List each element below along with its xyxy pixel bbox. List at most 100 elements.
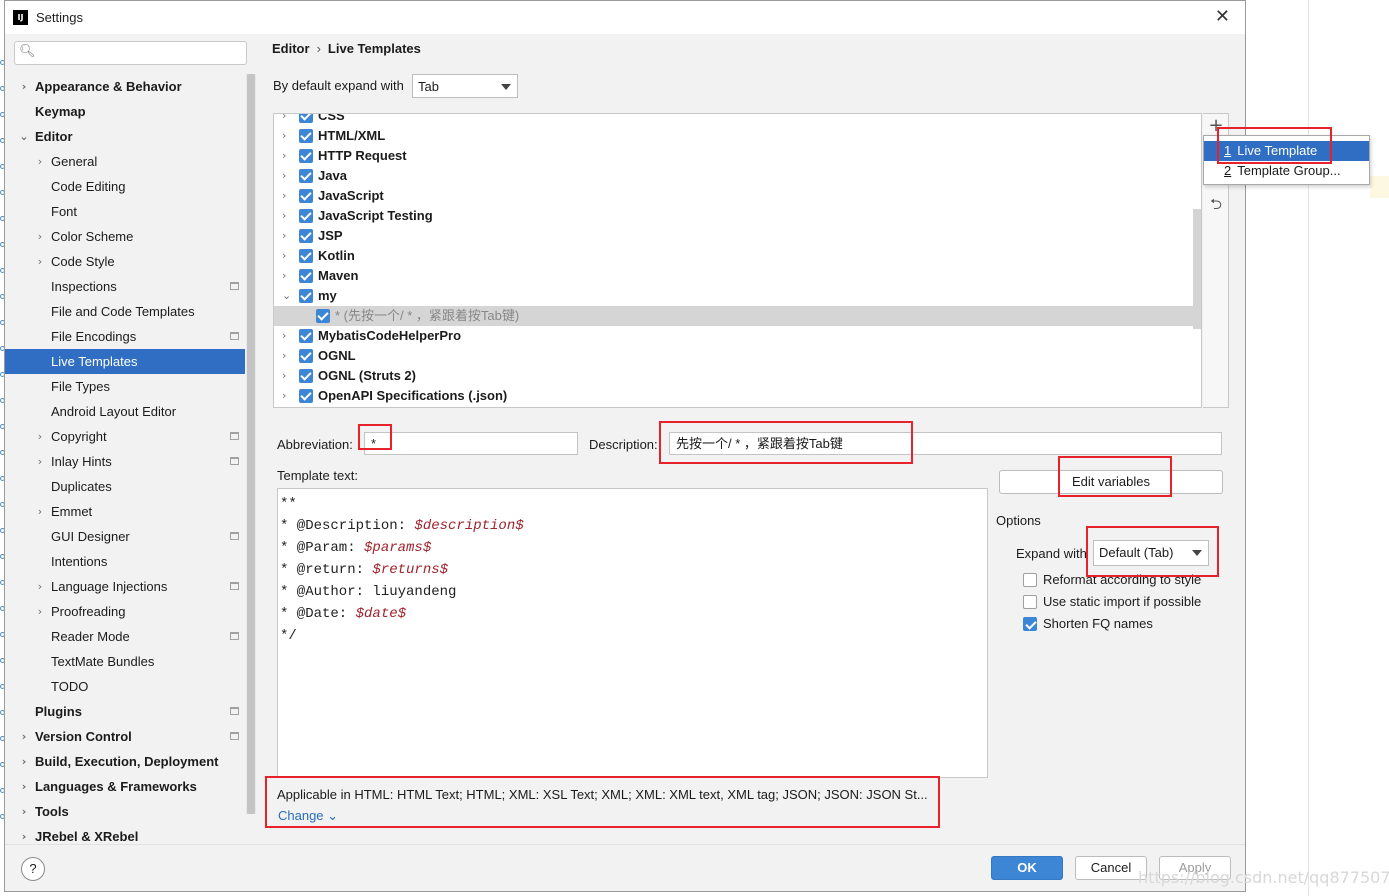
enabled-checkbox[interactable]: [299, 189, 313, 203]
sidebar-item[interactable]: › Emmet: [5, 499, 245, 524]
chevron-right-icon[interactable]: ›: [35, 599, 45, 624]
template-group-row[interactable]: › HTML/XML: [274, 126, 1201, 146]
sidebar-item[interactable]: › JRebel & XRebel: [5, 824, 245, 844]
chevron-right-icon[interactable]: ›: [282, 114, 286, 126]
sidebar-item[interactable]: › Tools: [5, 799, 245, 824]
sidebar-item[interactable]: Plugins: [5, 699, 245, 724]
option-checkbox[interactable]: [1023, 617, 1037, 631]
template-group-row[interactable]: › JavaScript: [274, 186, 1201, 206]
chevron-right-icon[interactable]: ›: [35, 224, 45, 249]
sidebar-item[interactable]: › Copyright: [5, 424, 245, 449]
enabled-checkbox[interactable]: [299, 209, 313, 223]
option-checkbox[interactable]: [1023, 595, 1037, 609]
enabled-checkbox[interactable]: [299, 369, 313, 383]
template-group-row[interactable]: › CSS: [274, 114, 1201, 126]
add-icon[interactable]: +: [1206, 116, 1226, 136]
template-group-row[interactable]: › HTTP Request: [274, 146, 1201, 166]
sidebar-item[interactable]: › Code Style: [5, 249, 245, 274]
help-icon[interactable]: ?: [21, 857, 45, 881]
chevron-right-icon[interactable]: ›: [282, 146, 286, 166]
template-group-row[interactable]: › JSP: [274, 226, 1201, 246]
sidebar-item[interactable]: Inspections: [5, 274, 245, 299]
chevron-right-icon[interactable]: ›: [282, 206, 286, 226]
abbreviation-input[interactable]: *: [364, 432, 578, 455]
enabled-checkbox[interactable]: [299, 329, 313, 343]
sidebar-item[interactable]: › Languages & Frameworks: [5, 774, 245, 799]
edit-variables-button[interactable]: Edit variables: [999, 470, 1223, 494]
enabled-checkbox[interactable]: [299, 269, 313, 283]
chevron-right-icon[interactable]: ›: [35, 249, 45, 274]
sidebar-scrollbar[interactable]: [246, 74, 256, 814]
chevron-right-icon[interactable]: ›: [35, 449, 45, 474]
sidebar-item[interactable]: File Encodings: [5, 324, 245, 349]
enabled-checkbox[interactable]: [299, 169, 313, 183]
option-checkbox[interactable]: [1023, 573, 1037, 587]
sidebar-item[interactable]: File and Code Templates: [5, 299, 245, 324]
template-group-row[interactable]: › OGNL (Struts 2): [274, 366, 1201, 386]
enabled-checkbox[interactable]: [299, 229, 313, 243]
template-group-row[interactable]: › Maven: [274, 266, 1201, 286]
chevron-down-icon[interactable]: ⌄: [19, 124, 29, 149]
chevron-right-icon[interactable]: ›: [35, 574, 45, 599]
sidebar-item[interactable]: Keymap: [5, 99, 245, 124]
chevron-right-icon[interactable]: ›: [282, 246, 286, 266]
template-group-row[interactable]: › OpenAPI Specifications (.json): [274, 386, 1201, 406]
settings-search-box[interactable]: 🔍︎: [14, 41, 247, 65]
enabled-checkbox[interactable]: [299, 289, 313, 303]
chevron-right-icon[interactable]: ›: [282, 186, 286, 206]
chevron-right-icon[interactable]: ›: [282, 266, 286, 286]
sidebar-item[interactable]: › Version Control: [5, 724, 245, 749]
change-contexts-link[interactable]: Change ⌄: [278, 808, 338, 824]
sidebar-item[interactable]: ⌄ Editor: [5, 124, 245, 149]
template-group-row[interactable]: › OGNL: [274, 346, 1201, 366]
chevron-right-icon[interactable]: ›: [282, 386, 286, 406]
enabled-checkbox[interactable]: [299, 389, 313, 403]
chevron-right-icon[interactable]: ›: [19, 799, 29, 824]
cancel-button[interactable]: Cancel: [1075, 856, 1147, 880]
chevron-right-icon[interactable]: ›: [282, 366, 286, 386]
template-group-row[interactable]: › MybatisCodeHelperPro: [274, 326, 1201, 346]
chevron-right-icon[interactable]: ›: [19, 724, 29, 749]
sidebar-item[interactable]: File Types: [5, 374, 245, 399]
popup-item-live-template[interactable]: 1 Live Template: [1204, 141, 1369, 161]
sidebar-item[interactable]: › General: [5, 149, 245, 174]
template-group-row[interactable]: › Java: [274, 166, 1201, 186]
sidebar-item[interactable]: › Appearance & Behavior: [5, 74, 245, 99]
default-expand-dropdown[interactable]: Tab: [412, 74, 518, 98]
expand-with-dropdown[interactable]: Default (Tab): [1093, 540, 1209, 566]
chevron-right-icon[interactable]: ›: [35, 424, 45, 449]
chevron-right-icon[interactable]: ›: [282, 346, 286, 366]
enabled-checkbox[interactable]: [299, 129, 313, 143]
chevron-right-icon[interactable]: ›: [282, 226, 286, 246]
enabled-checkbox[interactable]: [299, 349, 313, 363]
sidebar-item[interactable]: Duplicates: [5, 474, 245, 499]
sidebar-item[interactable]: Android Layout Editor: [5, 399, 245, 424]
chevron-right-icon[interactable]: ›: [282, 326, 286, 346]
template-group-row[interactable]: › JavaScript Testing: [274, 206, 1201, 226]
sidebar-item[interactable]: Code Editing: [5, 174, 245, 199]
template-group-row[interactable]: › Kotlin: [274, 246, 1201, 266]
chevron-right-icon[interactable]: ›: [19, 74, 29, 99]
chevron-right-icon[interactable]: ›: [19, 824, 29, 844]
sidebar-item[interactable]: GUI Designer: [5, 524, 245, 549]
close-icon[interactable]: ✕: [1215, 6, 1230, 27]
chevron-right-icon[interactable]: ›: [19, 774, 29, 799]
sidebar-item[interactable]: › Build, Execution, Deployment: [5, 749, 245, 774]
template-row[interactable]: * (先按一个/ * ，紧跟着按Tab键): [274, 306, 1201, 326]
chevron-down-icon[interactable]: ⌄: [282, 286, 291, 306]
template-group-row[interactable]: › OpenAPI Specifications (.yaml): [274, 406, 1201, 407]
sidebar-item[interactable]: › Language Injections: [5, 574, 245, 599]
enabled-checkbox[interactable]: [316, 309, 330, 323]
template-tree-list[interactable]: › CSS › HTML/XML › HTTP Request › Java › JavaScri…: [273, 113, 1202, 408]
chevron-right-icon[interactable]: ›: [19, 749, 29, 774]
sidebar-item[interactable]: › Color Scheme: [5, 224, 245, 249]
enabled-checkbox[interactable]: [299, 114, 313, 123]
sidebar-item[interactable]: Intentions: [5, 549, 245, 574]
settings-search-input[interactable]: [37, 44, 242, 62]
sidebar-item[interactable]: › Inlay Hints: [5, 449, 245, 474]
enabled-checkbox[interactable]: [299, 249, 313, 263]
template-text-editor[interactable]: ** * @Description: $description$ * @Param:…: [277, 488, 988, 778]
sidebar-item[interactable]: Font: [5, 199, 245, 224]
chevron-right-icon[interactable]: ›: [35, 499, 45, 524]
chevron-right-icon[interactable]: ›: [282, 406, 286, 407]
